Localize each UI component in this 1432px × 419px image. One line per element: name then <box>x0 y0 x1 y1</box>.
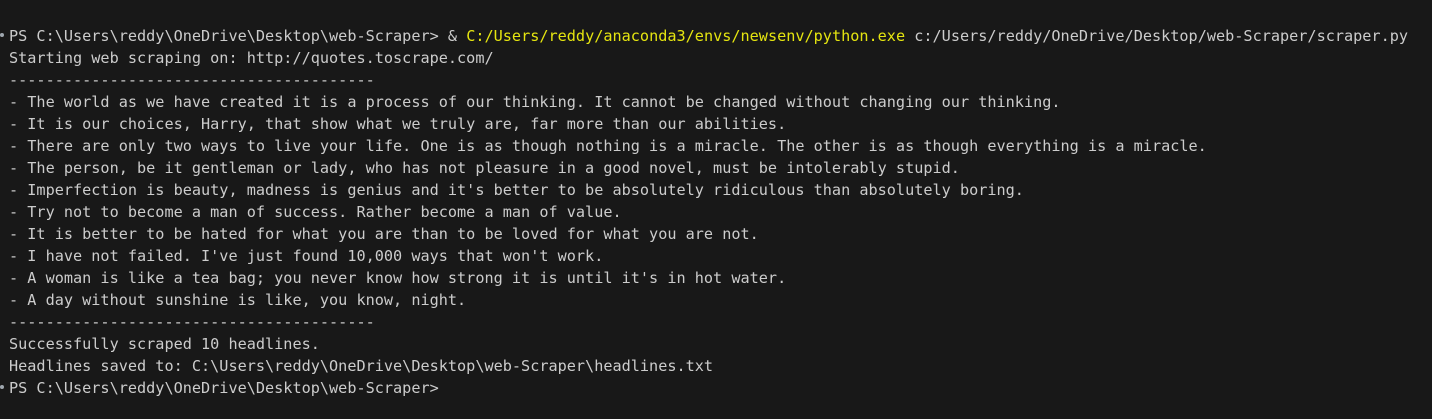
output-line-quote-10: - A day without sunshine is like, you kn… <box>9 291 467 309</box>
prompt-text: PS C:\Users\reddy\OneDrive\Desktop\web-S… <box>9 27 448 45</box>
command-decoration-icon <box>0 385 4 389</box>
python-executable-path: C:/Users/reddy/anaconda3/envs/newsenv/py… <box>466 27 906 45</box>
script-path-argument: c:/Users/reddy/OneDrive/Desktop/web-Scra… <box>905 27 1409 45</box>
command-decoration-icon <box>0 33 4 37</box>
output-line-quote-5: - Imperfection is beauty, madness is gen… <box>9 181 1024 199</box>
output-line-separator-top: ---------------------------------------- <box>9 71 375 89</box>
output-line-quote-7: - It is better to be hated for what you … <box>9 225 759 243</box>
output-line-success-message: Successfully scraped 10 headlines. <box>9 335 320 353</box>
output-line-quote-9: - A woman is like a tea bag; you never k… <box>9 269 787 287</box>
call-operator: & <box>447 27 467 45</box>
output-line-quote-8: - I have not failed. I've just found 10,… <box>9 247 604 265</box>
output-line-quote-6: - Try not to become a man of success. Ra… <box>9 203 622 221</box>
prompt-line: PS C:\Users\reddy\OneDrive\Desktop\web-S… <box>9 379 439 397</box>
output-line-start-message: Starting web scraping on: http://quotes.… <box>9 49 494 67</box>
output-line-quote-1: - The world as we have created it is a p… <box>9 93 1061 111</box>
command-line: PS C:\Users\reddy\OneDrive\Desktop\web-S… <box>9 25 1408 47</box>
terminal-panel[interactable]: PS C:\Users\reddy\OneDrive\Desktop\web-S… <box>0 0 1432 419</box>
output-line-quote-2: - It is our choices, Harry, that show wh… <box>9 115 787 133</box>
output-line-quote-3: - There are only two ways to live your l… <box>9 137 1207 155</box>
output-line-saved-path: Headlines saved to: C:\Users\reddy\OneDr… <box>9 357 714 375</box>
output-line-separator-bottom: ---------------------------------------- <box>9 313 375 331</box>
output-line-quote-4: - The person, be it gentleman or lady, w… <box>9 159 960 177</box>
